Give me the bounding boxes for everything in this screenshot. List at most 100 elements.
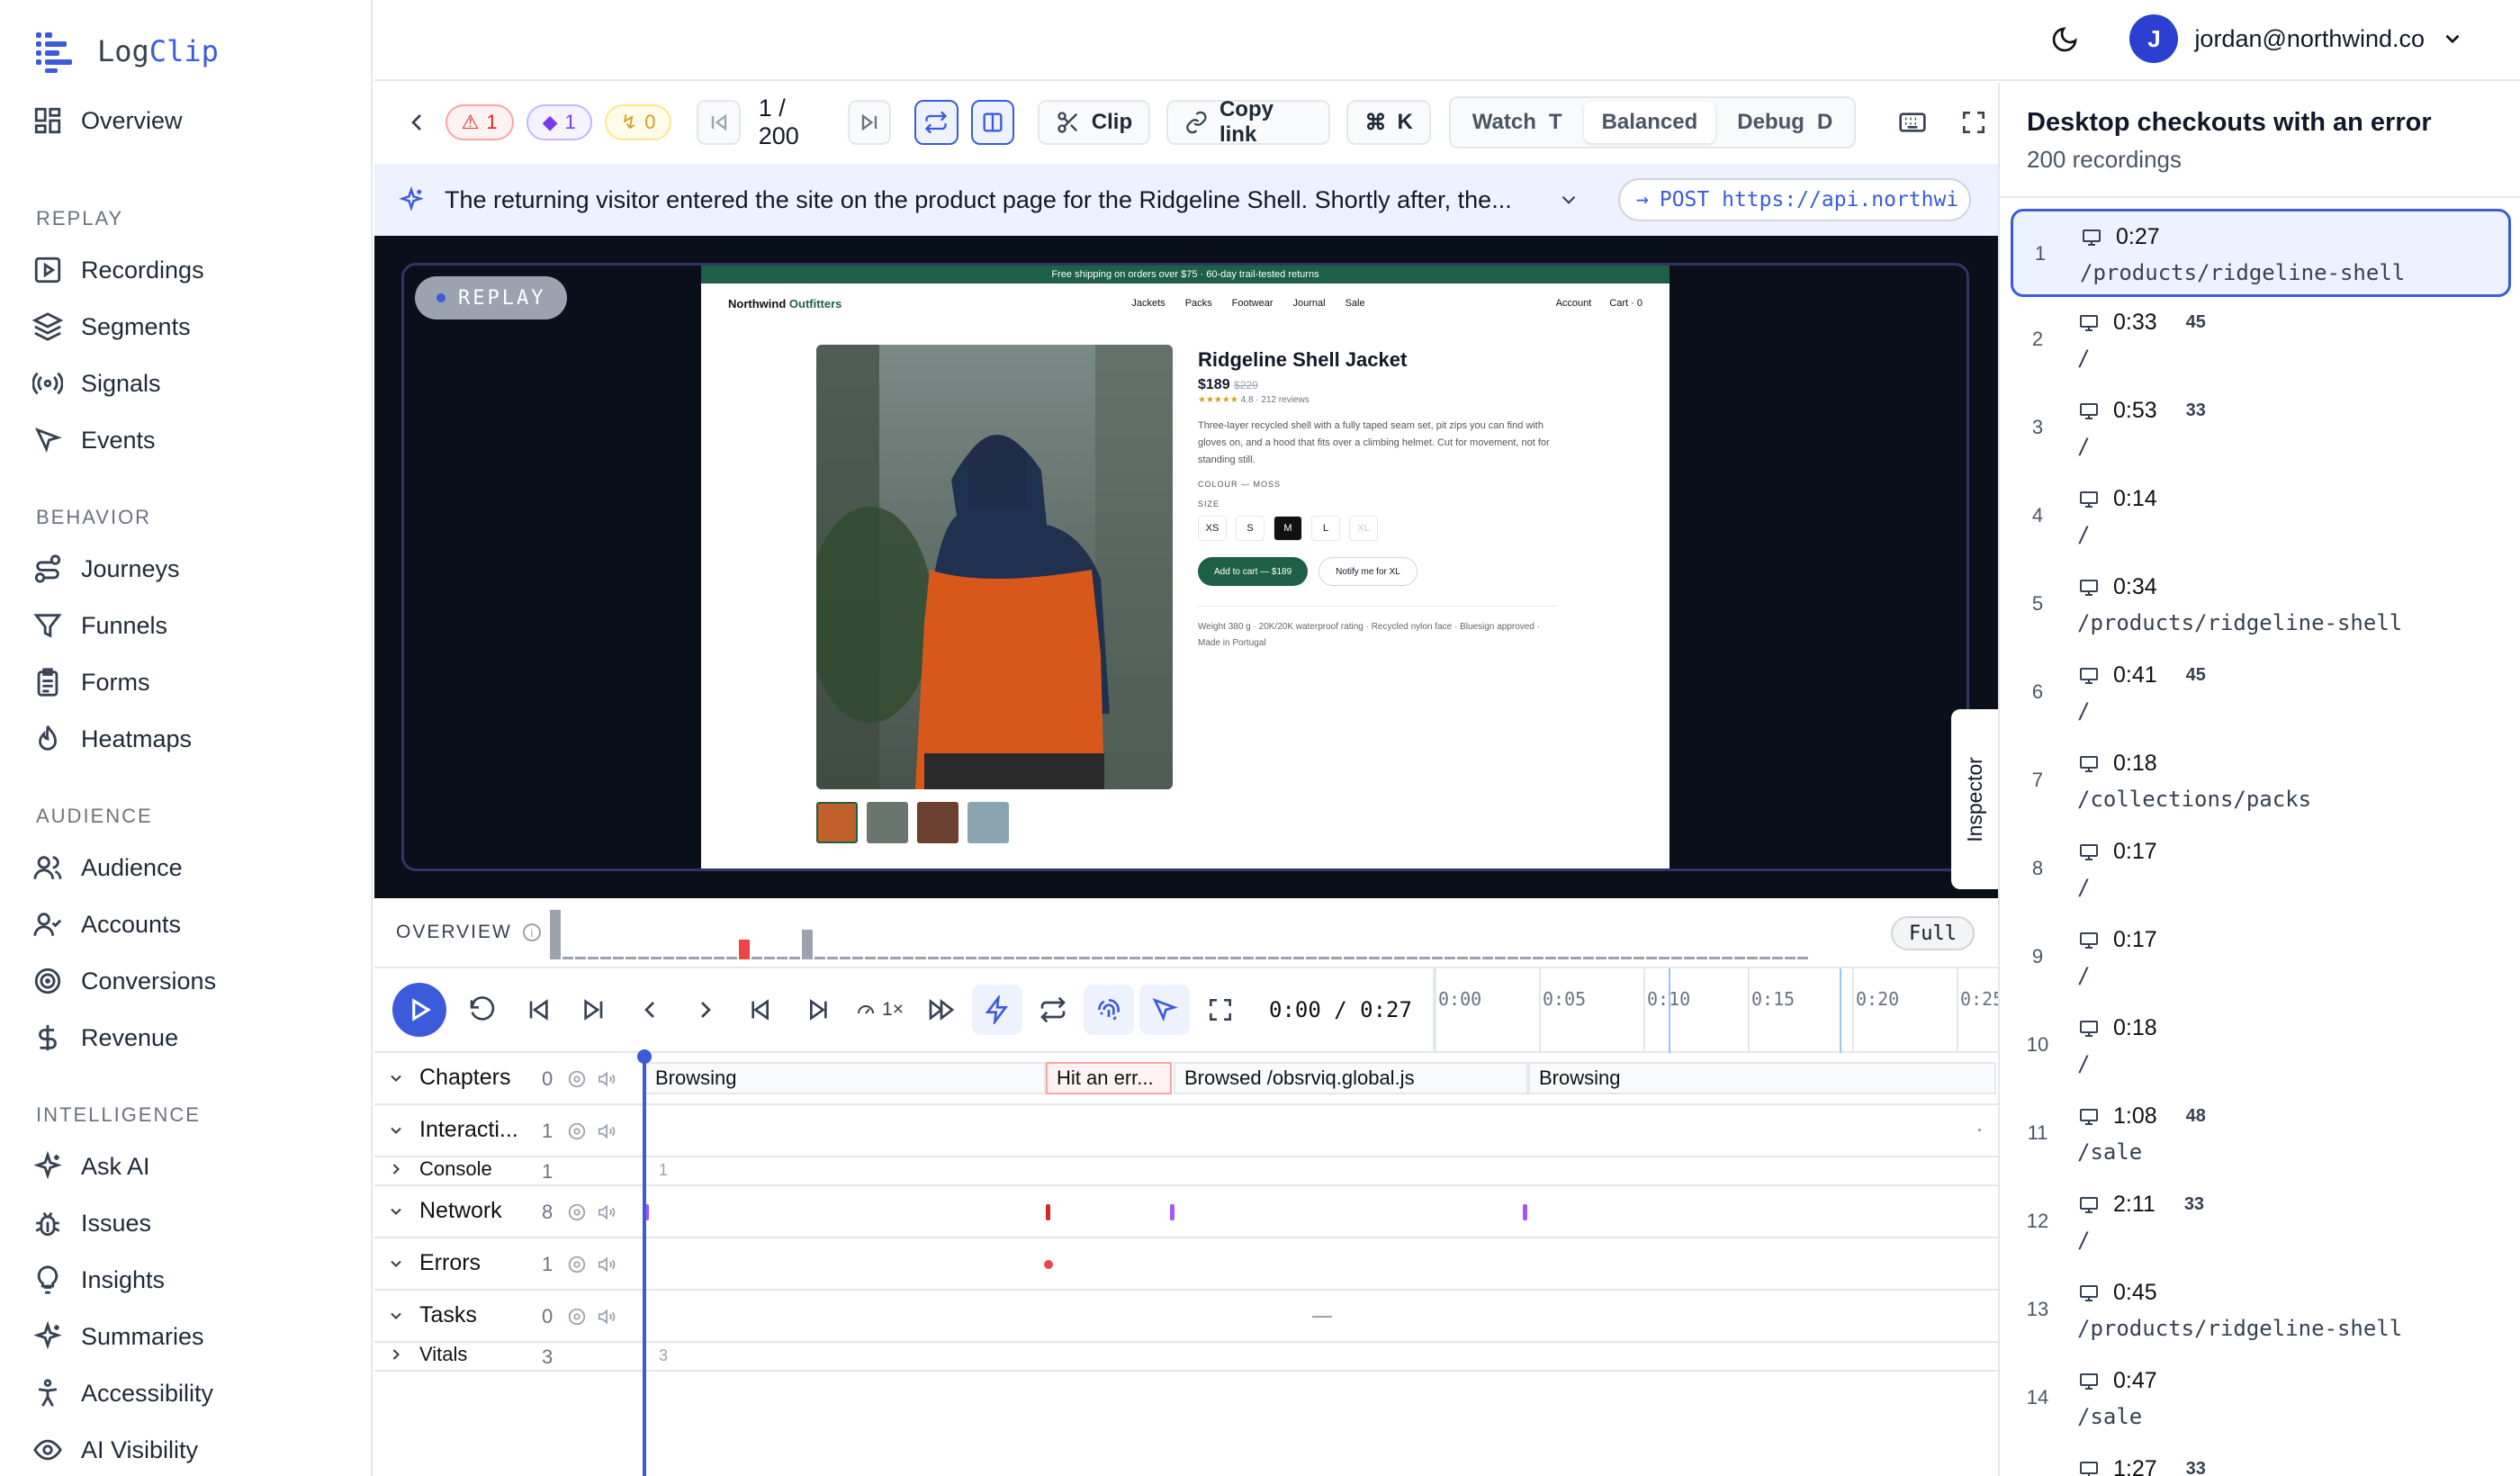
size-option[interactable]: M: [1274, 516, 1302, 541]
track-chapters[interactable]: Chapters 0 Browsing Hit an err... Browsed /o…: [374, 1053, 1998, 1105]
sidebar-item-revenue[interactable]: Revenue: [32, 1018, 178, 1058]
volume-icon[interactable]: [598, 1255, 617, 1274]
follow-network-toggle[interactable]: [1084, 985, 1134, 1035]
first-recording-button[interactable]: [697, 100, 741, 145]
error-count-badge[interactable]: ⚠ 1: [445, 104, 514, 140]
volume-icon[interactable]: [598, 1069, 617, 1089]
full-range-button[interactable]: Full: [1891, 916, 1975, 950]
track-network[interactable]: Network 8: [374, 1186, 1998, 1238]
size-option[interactable]: S: [1236, 516, 1264, 541]
autoplay-toggle[interactable]: [914, 100, 958, 145]
thumbnail[interactable]: [816, 802, 858, 843]
thumbnail[interactable]: [917, 802, 958, 843]
track-errors[interactable]: Errors 1: [374, 1238, 1998, 1291]
playhead[interactable]: [643, 1053, 646, 1476]
recording-item[interactable]: 6 0:41 45 /: [2011, 650, 2511, 738]
sidebar-item-insights[interactable]: Insights: [32, 1260, 165, 1300]
recording-item[interactable]: 11 1:08 48/sale: [2011, 1091, 2511, 1179]
recording-item[interactable]: 151:2733: [2011, 1444, 2511, 1476]
activity-overview[interactable]: OVERVIEW i Full: [374, 898, 1998, 968]
recording-item[interactable]: 10 0:18 /: [2011, 1003, 2511, 1091]
fullscreen-button[interactable]: [1949, 97, 1998, 148]
chevron-down-icon[interactable]: [387, 1069, 405, 1087]
recording-item[interactable]: 14 0:47/sale: [2011, 1355, 2511, 1444]
logo[interactable]: LogClip: [34, 29, 219, 74]
fast-forward-button[interactable]: [916, 985, 967, 1035]
sidebar-item-audience[interactable]: Audience: [32, 848, 183, 887]
sidebar-item-heatmaps[interactable]: Heatmaps: [32, 719, 192, 759]
timeline-ruler[interactable]: 0:00 0:05 0:10 0:15 0:20 0:25: [1433, 968, 2003, 1053]
error-marker[interactable]: [1044, 1260, 1053, 1269]
chevron-right-icon[interactable]: [387, 1160, 405, 1178]
sidebar-item-ask-ai[interactable]: Ask AI: [32, 1147, 150, 1186]
target-icon[interactable]: [567, 1202, 587, 1222]
next-recording-button[interactable]: [848, 100, 892, 145]
restart-button[interactable]: [457, 985, 508, 1035]
task-marker[interactable]: [1312, 1316, 1332, 1318]
network-error-marker[interactable]: [1046, 1204, 1050, 1220]
back-button[interactable]: [401, 97, 433, 148]
sidebar-item-signals[interactable]: Signals: [32, 364, 161, 403]
track-interacti[interactable]: Interacti... 1: [374, 1105, 1998, 1157]
inspector-tab[interactable]: Inspector: [1951, 709, 1998, 889]
skip-inactivity-toggle[interactable]: [972, 985, 1022, 1035]
track-vitals[interactable]: Vitals 3 3: [374, 1343, 1998, 1372]
chevron-down-icon[interactable]: [387, 1307, 405, 1325]
recording-item[interactable]: 8 0:17 /: [2011, 826, 2511, 914]
thumbnail[interactable]: [867, 802, 908, 843]
mode-watch[interactable]: Watch T: [1454, 102, 1580, 143]
volume-icon[interactable]: [598, 1121, 617, 1141]
sidebar-item-funnels[interactable]: Funnels: [32, 606, 167, 645]
sidebar-item-recordings[interactable]: Recordings: [32, 250, 204, 290]
chapter-segment[interactable]: Browsing: [644, 1062, 1046, 1094]
sidebar-item-forms[interactable]: Forms: [32, 662, 150, 702]
volume-icon[interactable]: [598, 1202, 617, 1222]
sidebar-item-overview[interactable]: Overview: [32, 101, 183, 140]
playhead-handle[interactable]: [637, 1049, 652, 1064]
speed-button[interactable]: 1×: [848, 985, 911, 1035]
theater-mode-button[interactable]: [1195, 985, 1246, 1035]
sidebar-item-issues[interactable]: Issues: [32, 1203, 151, 1243]
sidebar-item-accounts[interactable]: Accounts: [32, 904, 181, 944]
sidebar-item-events[interactable]: Events: [32, 420, 156, 460]
target-icon[interactable]: [567, 1255, 587, 1274]
recording-item[interactable]: 2 0:33 45 /: [2011, 297, 2511, 385]
loop-toggle[interactable]: [1028, 985, 1078, 1035]
interaction-marker[interactable]: [1978, 1129, 1981, 1131]
target-icon[interactable]: [567, 1307, 587, 1327]
target-icon[interactable]: [567, 1069, 587, 1089]
range-marker[interactable]: [1840, 968, 1841, 1053]
recording-item[interactable]: 4 0:14 /: [2011, 473, 2511, 562]
track-tasks[interactable]: Tasks 0: [374, 1291, 1998, 1343]
recording-item[interactable]: 12 2:11 33 /: [2011, 1179, 2511, 1267]
recording-item[interactable]: 5 0:34/products/ridgeline-shell: [2011, 562, 2511, 650]
chapter-segment[interactable]: Hit an err...: [1046, 1062, 1172, 1094]
skip-forward-button[interactable]: [569, 985, 619, 1035]
size-option[interactable]: XL: [1349, 516, 1378, 541]
recording-item[interactable]: 13 0:45/products/ridgeline-shell: [2011, 1267, 2511, 1355]
sidebar-item-accessibility[interactable]: Accessibility: [32, 1373, 213, 1413]
chevron-down-icon[interactable]: [387, 1202, 405, 1220]
network-request-marker[interactable]: [1170, 1204, 1174, 1220]
target-icon[interactable]: [567, 1121, 587, 1141]
recording-item[interactable]: 3 0:53 33 /: [2011, 385, 2511, 473]
size-option[interactable]: L: [1311, 516, 1340, 541]
info-icon[interactable]: i: [522, 923, 541, 941]
replay-player[interactable]: REPLAY Free shipping on orders over $75 …: [374, 236, 1998, 898]
recording-item[interactable]: 1 0:27/products/ridgeline-shell: [2011, 209, 2511, 297]
command-palette-button[interactable]: ⌘ K: [1346, 100, 1431, 145]
volume-icon[interactable]: [598, 1307, 617, 1327]
sidebar-item-journeys[interactable]: Journeys: [32, 549, 180, 589]
replay-viewport[interactable]: REPLAY Free shipping on orders over $75 …: [401, 263, 1969, 871]
warning-count-badge[interactable]: ↯ 0: [604, 104, 672, 140]
mode-balanced[interactable]: Balanced: [1583, 102, 1716, 143]
recording-item[interactable]: 7 0:18/collections/packs: [2011, 738, 2511, 826]
prev-event-button[interactable]: [625, 985, 675, 1035]
recording-item[interactable]: 9 0:17 /: [2011, 914, 2511, 1003]
thumbnail[interactable]: [968, 802, 1009, 843]
sidebar-item-segments[interactable]: Segments: [32, 307, 191, 346]
sidebar-item-summaries[interactable]: Summaries: [32, 1317, 204, 1356]
chapter-segment[interactable]: Browsing: [1528, 1062, 1996, 1094]
step-forward-button[interactable]: [792, 985, 842, 1035]
size-option[interactable]: XS: [1198, 516, 1227, 541]
